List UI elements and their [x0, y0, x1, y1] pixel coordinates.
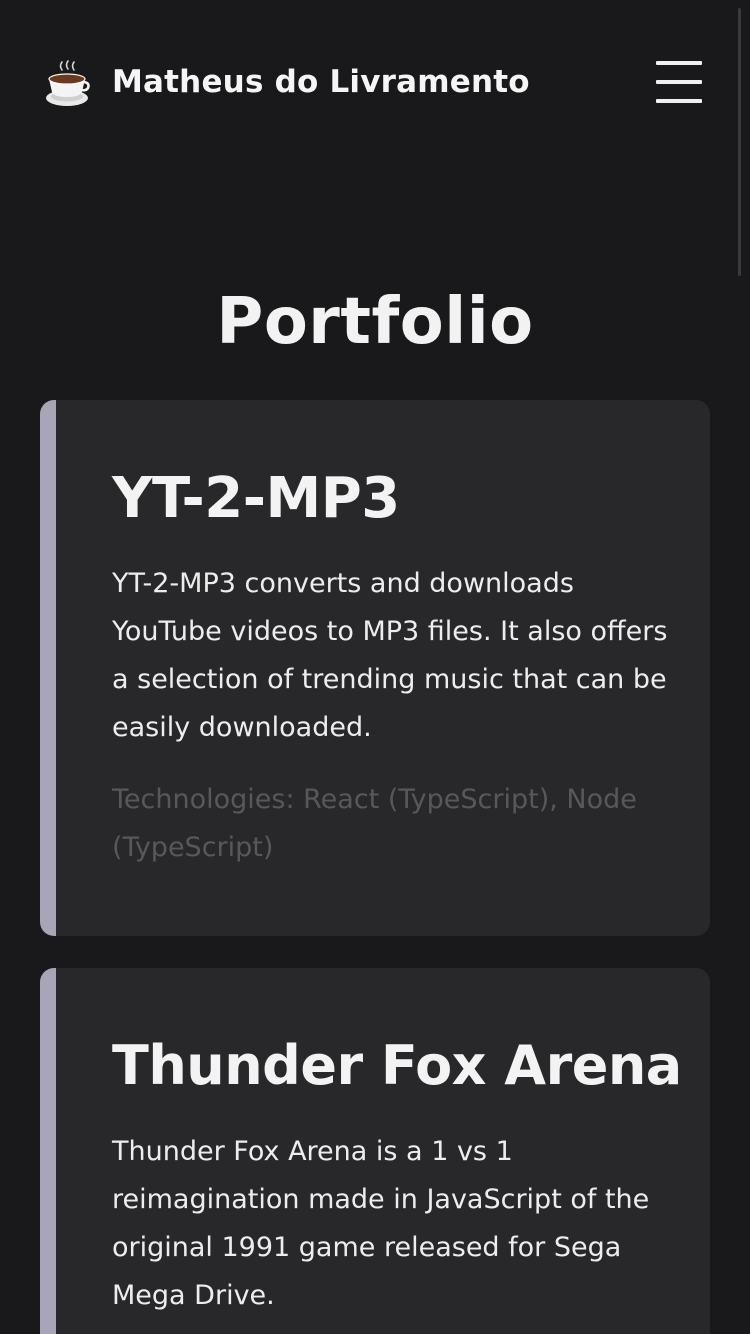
- brand-name[interactable]: Matheus do Livramento: [112, 64, 530, 100]
- scrollbar-thumb[interactable]: [738, 8, 741, 276]
- project-description: Thunder Fox Arena is a 1 vs 1 reimaginat…: [112, 1136, 650, 1311]
- site-header: Matheus do Livramento: [40, 40, 710, 124]
- project-technologies: Technologies: React (TypeScript), Node (…: [112, 784, 637, 863]
- page: Matheus do Livramento Portfolio YT-2-MP3…: [0, 0, 750, 1334]
- project-card[interactable]: YT-2-MP3 YT-2-MP3 converts and downloads…: [40, 400, 710, 936]
- menu-bar-top: [656, 61, 702, 65]
- project-description: YT-2-MP3 converts and downloads YouTube …: [112, 568, 668, 743]
- scrollbar[interactable]: [738, 0, 750, 1334]
- page-title: Portfolio: [216, 285, 534, 359]
- hamburger-menu-icon[interactable]: [656, 57, 706, 107]
- menu-bar-middle: [656, 80, 702, 84]
- project-title: YT-2-MP3: [112, 466, 400, 531]
- brand[interactable]: Matheus do Livramento: [40, 54, 530, 110]
- menu-bar-bottom: [656, 99, 702, 103]
- project-card[interactable]: Thunder Fox Arena Thunder Fox Arena is a…: [40, 968, 710, 1334]
- coffee-cup-icon: [46, 60, 90, 106]
- project-title: Thunder Fox Arena: [112, 1034, 682, 1097]
